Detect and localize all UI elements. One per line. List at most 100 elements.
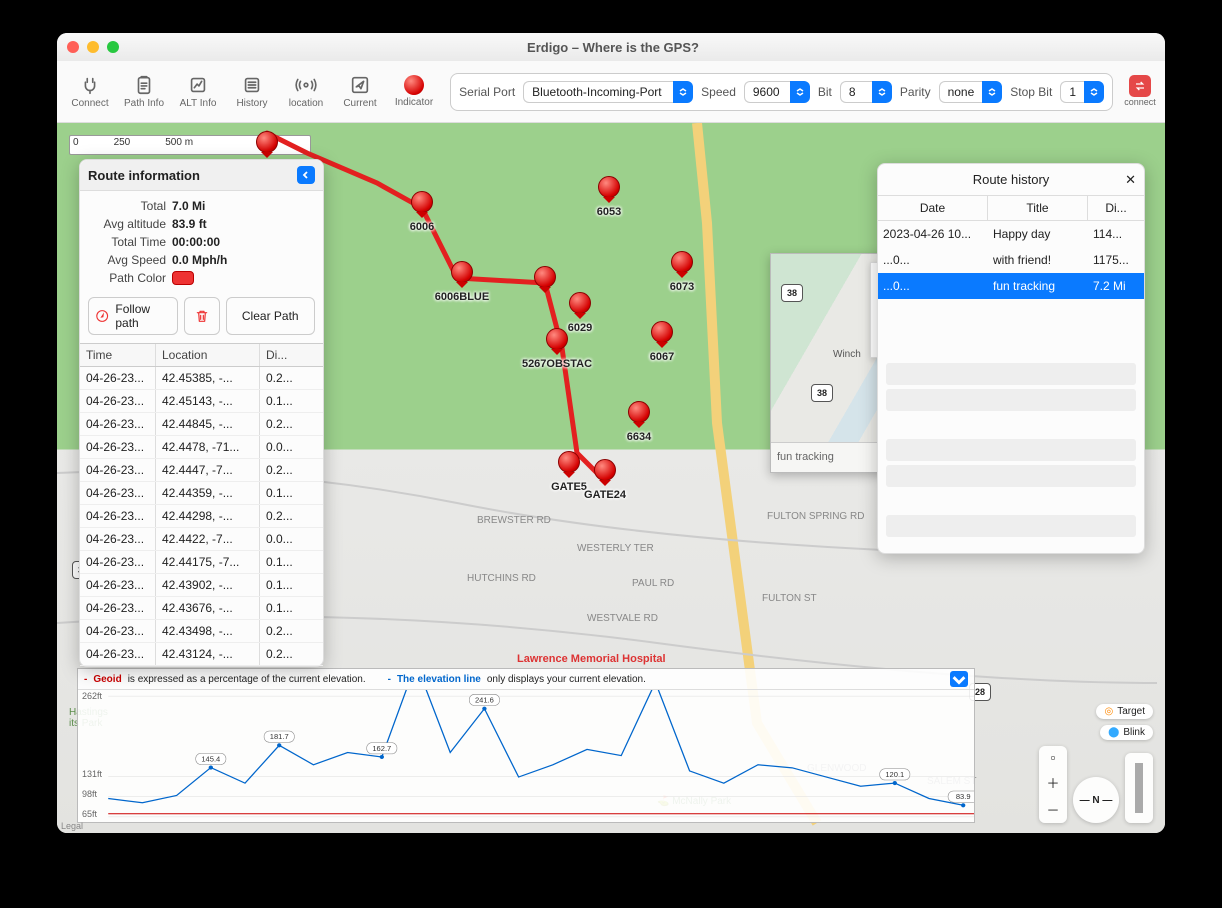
elevation-chart: 145.4181.7162.7315.7241.6284.7120.183.9 … xyxy=(78,690,974,823)
map-pin[interactable] xyxy=(546,328,568,350)
history-row[interactable]: 2023-04-26 10...Happy day114... xyxy=(878,221,1144,247)
serial-port-select[interactable]: Bluetooth-Incoming-Port xyxy=(523,81,693,103)
list-icon xyxy=(241,74,263,96)
clear-path-button[interactable]: Clear Path xyxy=(226,297,316,335)
map-controls: ◎Target ⬤Blink ▫ ＋ － — N — xyxy=(1039,704,1153,823)
y-axis-tick: 65ft xyxy=(82,809,97,819)
table-row[interactable]: 04-26-23...42.4422, -7...0.0... xyxy=(80,528,323,551)
toolbar-current[interactable]: Current xyxy=(335,74,385,109)
chevron-updown-icon xyxy=(673,81,693,103)
toolbar-altinfo[interactable]: ALT Info xyxy=(173,74,223,109)
zoom-3d-button[interactable]: ▫ xyxy=(1047,746,1060,769)
blink-tag[interactable]: ⬤Blink xyxy=(1100,725,1153,740)
app-window: Erdigo – Where is the GPS? Connect Path … xyxy=(57,33,1165,833)
indicator-dot-icon xyxy=(404,75,424,95)
map-pin-label: 5267OBSTAC xyxy=(522,358,592,370)
map-pin-label: 6053 xyxy=(597,206,621,218)
map-pin[interactable] xyxy=(651,321,673,343)
connect-button[interactable]: connect xyxy=(1123,75,1157,109)
window-title: Erdigo – Where is the GPS? xyxy=(119,40,1107,55)
toolbar-location[interactable]: location xyxy=(281,74,331,109)
table-row[interactable]: 04-26-23...42.43498, -...0.2... xyxy=(80,620,323,643)
table-row[interactable]: 04-26-23...42.44175, -7...0.1... xyxy=(80,551,323,574)
route-info-panel: Route information Total7.0 Mi Avg altitu… xyxy=(79,159,324,667)
map-pin[interactable] xyxy=(411,191,433,213)
toolbar-connect[interactable]: Connect xyxy=(65,74,115,109)
map-pin-label: GATE24 xyxy=(584,489,626,501)
map-pin[interactable] xyxy=(569,292,591,314)
zoom-out-button[interactable]: － xyxy=(1042,796,1063,823)
elevation-panel: - Geoid is expressed as a percentage of … xyxy=(77,668,975,823)
table-row[interactable]: 04-26-23...42.45385, -...0.2... xyxy=(80,367,323,390)
minimize-window-button[interactable] xyxy=(87,41,99,53)
map-pin[interactable] xyxy=(598,176,620,198)
svg-text:120.1: 120.1 xyxy=(885,770,904,779)
close-icon[interactable]: ✕ xyxy=(1125,172,1136,188)
traffic-lights xyxy=(67,41,119,53)
table-row[interactable]: 04-26-23...42.44298, -...0.2... xyxy=(80,505,323,528)
map-pin[interactable] xyxy=(256,131,278,153)
y-axis-tick: 98ft xyxy=(82,789,97,799)
hospital-label: Lawrence Memorial Hospital xyxy=(517,653,666,665)
svg-text:83.9: 83.9 xyxy=(956,792,971,801)
map-pin-label: 6006 xyxy=(410,221,434,233)
path-color-swatch[interactable] xyxy=(172,271,194,285)
history-row[interactable]: ...0...with friend!1175... xyxy=(878,247,1144,273)
zoom-in-button[interactable]: ＋ xyxy=(1042,769,1063,796)
arrows-icon xyxy=(1132,78,1148,94)
stopbit-select[interactable]: 1 xyxy=(1060,81,1104,103)
y-axis-tick: 131ft xyxy=(82,769,102,779)
svg-text:241.6: 241.6 xyxy=(475,696,494,705)
table-row[interactable]: 04-26-23...42.43902, -...0.1... xyxy=(80,574,323,597)
speed-select[interactable]: 9600 xyxy=(744,81,810,103)
map-pin[interactable] xyxy=(628,401,650,423)
plug-icon xyxy=(79,74,101,96)
map-pin[interactable] xyxy=(451,261,473,283)
table-row[interactable]: 04-26-23...42.43124, -...0.2... xyxy=(80,643,323,666)
table-row[interactable]: 04-26-23...42.43676, -...0.1... xyxy=(80,597,323,620)
map-pin[interactable] xyxy=(558,451,580,473)
table-row[interactable]: 04-26-23...42.44845, -...0.2... xyxy=(80,413,323,436)
broadcast-icon xyxy=(295,74,317,96)
map-view[interactable]: 0250500 m 600660536006BLUE60295267OBSTAC… xyxy=(57,123,1165,833)
zoom-window-button[interactable] xyxy=(107,41,119,53)
table-row[interactable]: 04-26-23...42.44359, -...0.1... xyxy=(80,482,323,505)
bit-select[interactable]: 8 xyxy=(840,81,892,103)
zoom-controls: ▫ ＋ － xyxy=(1039,746,1067,823)
elevation-toggle[interactable] xyxy=(950,671,968,687)
serial-label: Serial Port xyxy=(459,85,515,99)
svg-text:162.7: 162.7 xyxy=(372,744,391,753)
history-row[interactable]: ...0...fun tracking7.2 Mi xyxy=(878,273,1144,299)
map-pin-label: GATE5 xyxy=(551,481,587,493)
route-points-table: Time Location Di... 04-26-23...42.45385,… xyxy=(80,343,323,666)
parity-label: Parity xyxy=(900,85,931,99)
bit-label: Bit xyxy=(818,85,832,99)
follow-path-button[interactable]: Follow path xyxy=(88,297,178,335)
map-pin-label: 6006BLUE xyxy=(435,291,489,303)
parity-select[interactable]: none xyxy=(939,81,1003,103)
table-row[interactable]: 04-26-23...42.45143, -...0.1... xyxy=(80,390,323,413)
target-tag[interactable]: ◎Target xyxy=(1096,704,1153,719)
collapse-panel-button[interactable] xyxy=(297,166,315,184)
titlebar[interactable]: Erdigo – Where is the GPS? xyxy=(57,33,1165,61)
map-pin[interactable] xyxy=(671,251,693,273)
toolbar-history[interactable]: History xyxy=(227,74,277,109)
connection-bar: Serial Port Bluetooth-Incoming-Port Spee… xyxy=(450,73,1113,111)
minimap-title: fun tracking xyxy=(777,451,834,463)
svg-text:181.7: 181.7 xyxy=(270,732,289,741)
legal-link[interactable]: Legal xyxy=(61,821,83,831)
table-row[interactable]: 04-26-23...42.4447, -7...0.2... xyxy=(80,459,323,482)
elevation-legend: - Geoid is expressed as a percentage of … xyxy=(78,669,974,690)
compass[interactable]: — N — xyxy=(1073,777,1119,823)
zoom-slider[interactable] xyxy=(1125,753,1153,823)
delete-path-button[interactable] xyxy=(184,297,220,335)
y-axis-tick: 262ft xyxy=(82,691,102,701)
toolbar-pathinfo[interactable]: Path Info xyxy=(119,74,169,109)
speed-label: Speed xyxy=(701,85,736,99)
map-pin[interactable] xyxy=(534,266,556,288)
table-row[interactable]: 04-26-23...42.4478, -71...0.0... xyxy=(80,436,323,459)
close-window-button[interactable] xyxy=(67,41,79,53)
toolbar-indicator[interactable]: Indicator xyxy=(389,75,439,108)
altitude-icon xyxy=(187,74,209,96)
map-pin[interactable] xyxy=(594,459,616,481)
